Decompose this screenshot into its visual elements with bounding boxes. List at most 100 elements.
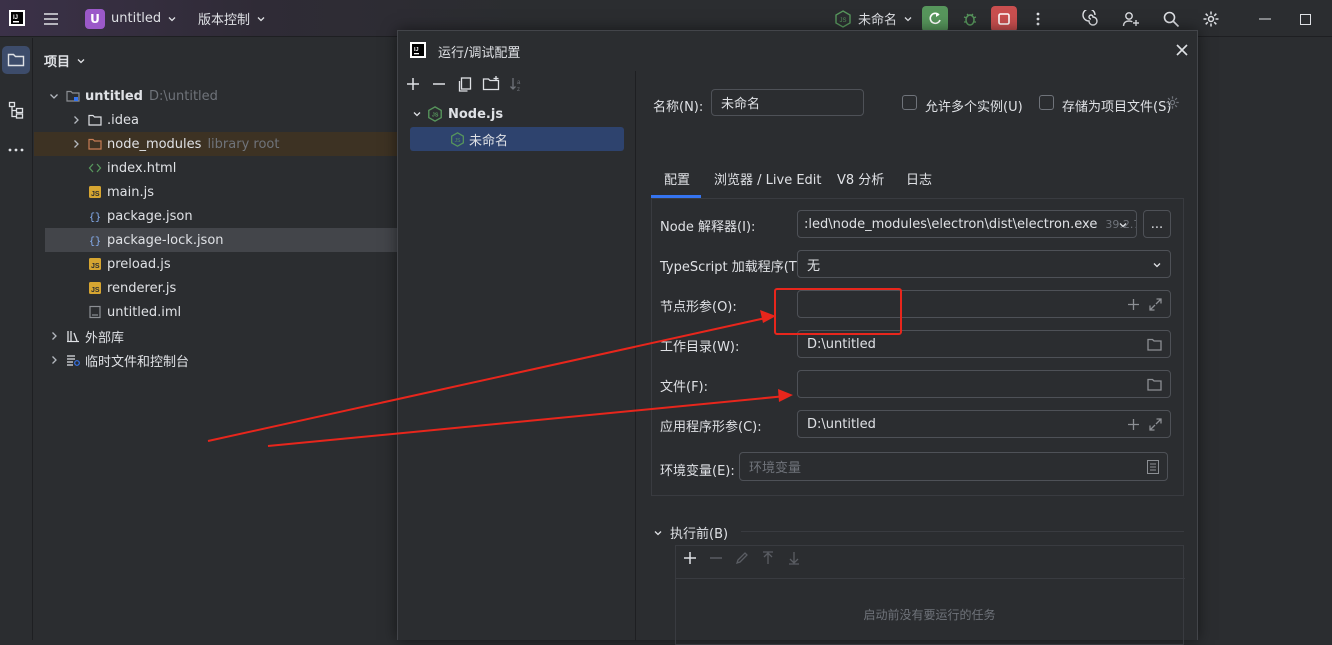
app-params-value: D:\untitled <box>807 416 876 432</box>
workdir-input[interactable]: D:\untitled <box>797 330 1171 358</box>
app-logo-icon[interactable]: IJ <box>4 5 30 31</box>
vcs-label: 版本控制 <box>198 13 251 28</box>
minimize-window-button[interactable] <box>1252 6 1278 32</box>
chevron-right-icon[interactable] <box>70 138 82 150</box>
store-as-file-checkbox[interactable] <box>1039 95 1054 110</box>
module-folder-icon <box>66 89 85 103</box>
tab-log[interactable]: 日志 <box>906 169 932 188</box>
structure-tool-button[interactable] <box>2 96 30 124</box>
before-launch-header[interactable]: 执行前(B) <box>653 523 728 542</box>
tree-row[interactable]: JS preload.js <box>34 252 398 276</box>
tree-row[interactable]: JS main.js <box>34 180 398 204</box>
copy-icon[interactable] <box>456 75 474 93</box>
main-menu-icon[interactable] <box>38 6 64 32</box>
allow-multiple-checkbox[interactable] <box>902 95 917 110</box>
folder-icon[interactable] <box>1147 378 1162 391</box>
remove-icon[interactable] <box>708 550 724 566</box>
more-tools-button[interactable] <box>2 136 30 164</box>
config-editor-pane: 名称(N): 未命名 允许多个实例(U) 存储为项目文件(S) 配置 浏览器 /… <box>637 71 1197 645</box>
new-folder-icon[interactable] <box>482 75 500 93</box>
stop-button[interactable] <box>991 6 1017 32</box>
add-icon[interactable] <box>682 550 698 566</box>
tree-item-label: 临时文件和控制台 <box>85 354 190 370</box>
add-icon[interactable] <box>404 75 422 93</box>
iml-file-icon <box>88 305 107 319</box>
library-icon <box>66 329 85 343</box>
maximize-window-button[interactable] <box>1292 6 1318 32</box>
svg-text:JS: JS <box>91 287 100 294</box>
run-debug-config-dialog: IJ 运行/调试配置 az JS Node.js JS 未命名 名称(N): 未… <box>397 30 1198 645</box>
rerun-icon <box>929 12 941 25</box>
more-actions-button[interactable] <box>1025 6 1051 32</box>
tab-config[interactable]: 配置 <box>664 169 690 188</box>
ai-assistant-button[interactable] <box>1078 6 1104 32</box>
tree-item-label: renderer.js <box>107 280 177 296</box>
before-launch-panel: 启动前没有要运行的任务 <box>675 545 1185 645</box>
edit-icon[interactable] <box>734 550 750 566</box>
js-file-icon: JS <box>88 185 107 199</box>
project-name: untitled <box>111 11 162 26</box>
more-vertical-icon <box>1036 12 1040 26</box>
tree-row[interactable]: untitled.iml <box>34 300 398 324</box>
remove-icon[interactable] <box>430 75 448 93</box>
svg-text:JS: JS <box>91 263 100 270</box>
tree-row[interactable]: 外部库 <box>34 324 398 348</box>
tree-item-label: untitled.iml <box>107 304 182 320</box>
ts-loader-select[interactable]: 无 <box>797 250 1171 278</box>
tab-browser-live-edit[interactable]: 浏览器 / Live Edit <box>714 169 822 188</box>
debug-button[interactable] <box>957 6 983 32</box>
sort-icon[interactable]: az <box>508 75 526 93</box>
add-icon[interactable] <box>1127 418 1140 431</box>
add-user-icon <box>1122 12 1139 27</box>
tree-row[interactable]: 临时文件和控制台 <box>34 348 398 372</box>
settings-gear-icon[interactable] <box>1165 95 1180 110</box>
tab-v8-profiling[interactable]: V8 分析 <box>837 169 884 188</box>
expand-icon[interactable] <box>1149 418 1162 431</box>
app-params-input[interactable]: D:\untitled <box>797 410 1171 438</box>
tree-row[interactable]: index.html <box>34 156 398 180</box>
gear-icon <box>1203 11 1219 27</box>
config-item-selected[interactable]: JS 未命名 <box>410 127 624 151</box>
tree-row[interactable]: untitled D:\untitled <box>34 84 398 108</box>
add-user-button[interactable] <box>1118 6 1144 32</box>
name-label: 名称(N): <box>653 100 704 115</box>
move-up-icon[interactable] <box>760 550 776 566</box>
tree-row[interactable]: {} package.json <box>34 204 398 228</box>
tree-row[interactable]: JS renderer.js <box>34 276 398 300</box>
folder-icon[interactable] <box>1147 338 1162 351</box>
chevron-right-icon[interactable] <box>70 114 82 126</box>
browse-interpreter-button[interactable]: ... <box>1143 210 1171 238</box>
chevron-down-icon[interactable] <box>48 90 60 102</box>
project-panel-title: 项目 <box>44 55 71 70</box>
project-panel: 项目 untitled D:\untitled .idea node_modules l… <box>34 38 398 640</box>
search-button[interactable] <box>1158 6 1184 32</box>
env-input[interactable]: 环境变量 <box>739 452 1168 481</box>
add-icon[interactable] <box>1127 298 1140 311</box>
chevron-down-icon <box>904 16 912 21</box>
chevron-right-icon[interactable] <box>48 354 60 366</box>
project-switcher[interactable]: U untitled <box>85 0 177 37</box>
svg-text:JS: JS <box>840 18 847 24</box>
settings-button[interactable] <box>1198 6 1224 32</box>
vcs-menu[interactable]: 版本控制 <box>198 0 266 37</box>
project-panel-header[interactable]: 项目 <box>44 51 86 70</box>
close-button[interactable] <box>1174 42 1190 58</box>
file-input[interactable] <box>797 370 1171 398</box>
chevron-right-icon[interactable] <box>48 330 60 342</box>
tree-row[interactable]: .idea <box>34 108 398 132</box>
name-input[interactable]: 未命名 <box>711 89 864 116</box>
svg-text:IJ: IJ <box>13 15 18 21</box>
rerun-button[interactable] <box>922 6 948 32</box>
node-interpreter-select[interactable]: :led\node_modules\electron\dist\electron… <box>797 210 1137 238</box>
tree-row[interactable]: {} package-lock.json <box>45 228 398 252</box>
move-down-icon[interactable] <box>786 550 802 566</box>
list-icon[interactable] <box>1147 460 1159 474</box>
tree-item-label: node_modules <box>107 136 202 152</box>
svg-text:a: a <box>517 80 521 86</box>
node-params-input[interactable] <box>797 290 1171 318</box>
chevron-down-icon <box>168 16 176 21</box>
config-group-nodejs[interactable]: JS Node.js <box>412 103 503 125</box>
expand-icon[interactable] <box>1149 298 1162 311</box>
tree-row[interactable]: node_modules library root <box>34 132 398 156</box>
project-tool-button[interactable] <box>2 46 30 74</box>
